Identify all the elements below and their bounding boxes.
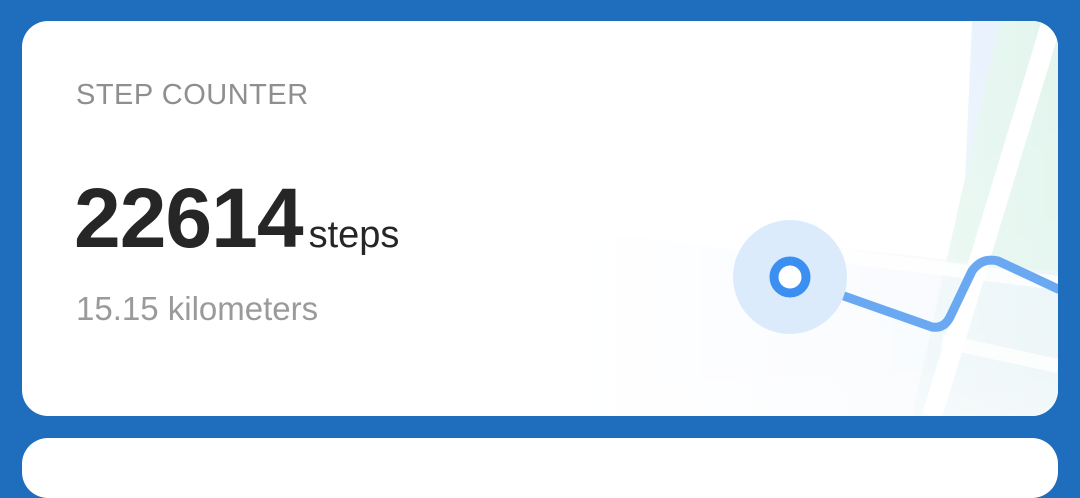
next-card[interactable] bbox=[22, 438, 1058, 498]
steps-count: 22614 bbox=[74, 171, 304, 265]
step-counter-card[interactable]: STEP COUNTER 22614 steps 15.15 kilometers bbox=[22, 21, 1058, 416]
steps-row: 22614 steps bbox=[74, 176, 399, 260]
card-title: STEP COUNTER bbox=[76, 79, 309, 111]
distance-text: 15.15 kilometers bbox=[76, 290, 319, 327]
location-pin-icon bbox=[769, 256, 811, 298]
steps-unit: steps bbox=[308, 214, 400, 256]
route-map-illustration bbox=[582, 21, 1058, 416]
